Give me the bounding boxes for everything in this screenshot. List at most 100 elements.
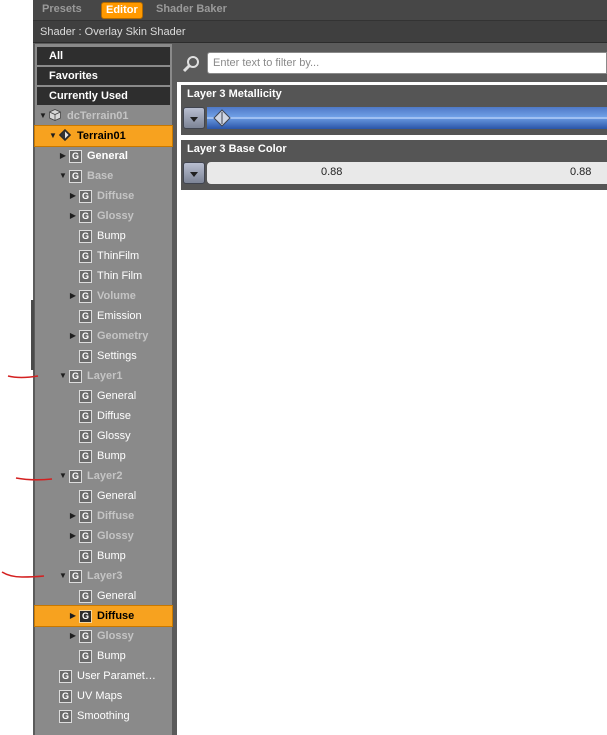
tree-row-label: dcTerrain01 (67, 110, 129, 122)
tree-row-label: User Paramet… (77, 670, 156, 682)
group-icon: G (79, 270, 92, 283)
tree-row-label: Diffuse (97, 410, 132, 422)
tree-row-label: UV Maps (77, 690, 123, 702)
tree-row-label: Diffuse (97, 610, 135, 622)
tree-row[interactable]: ▼ G Layer2 (35, 466, 172, 486)
collapse-right-arrow-icon[interactable]: ▶ (68, 526, 78, 546)
tree-row[interactable]: ▼ G Layer3 (35, 566, 172, 586)
tree-row[interactable]: G Settings (35, 346, 172, 366)
collapse-right-arrow-icon[interactable]: ▶ (68, 606, 78, 626)
surfaces-pane: Presets Editor Shader Baker Shader : Ove… (33, 0, 607, 735)
collapse-right-arrow-icon[interactable]: ▶ (68, 206, 78, 226)
category-currently-used[interactable]: Currently Used (37, 87, 170, 105)
tree-row[interactable]: G Bump (35, 446, 172, 466)
tree-row[interactable]: ▶ G Diffuse (34, 605, 173, 627)
expand-down-arrow-icon[interactable]: ▼ (58, 466, 68, 486)
tab-presets[interactable]: Presets (42, 2, 82, 17)
tree-row[interactable]: ▶ G Diffuse (35, 506, 172, 526)
property-layer3-metallicity: Layer 3 Metallicity (181, 85, 607, 135)
slider-knob-icon[interactable] (213, 109, 231, 127)
tree-row-label: General (87, 150, 128, 162)
collapse-right-arrow-icon[interactable]: ▶ (68, 186, 78, 206)
tree-row[interactable]: ▼ dcTerrain01 (35, 106, 172, 126)
base-color-field[interactable]: 0.88 0.88 (207, 162, 607, 184)
group-icon: G (79, 630, 92, 643)
group-icon: G (79, 550, 92, 563)
tree-row[interactable]: ▶ G Glossy (35, 626, 172, 646)
pane-tab-bar: Presets Editor Shader Baker (33, 0, 607, 21)
surface-tree-panel: All Favorites Currently Used ▼ dcTerrain0… (34, 44, 173, 735)
slider-track (207, 117, 607, 119)
tree-row[interactable]: ▶ G Diffuse (35, 186, 172, 206)
tab-shader-baker[interactable]: Shader Baker (156, 2, 227, 17)
tree-row-label: General (97, 490, 137, 502)
group-icon: G (79, 330, 92, 343)
tree-row[interactable]: ▼ Terrain01 (34, 125, 173, 147)
tree-row[interactable]: G User Paramet… (35, 666, 172, 686)
splitter-handle[interactable] (31, 300, 34, 370)
group-icon: G (79, 510, 92, 523)
group-icon: G (79, 490, 92, 503)
tab-editor[interactable]: Editor (101, 2, 143, 19)
group-icon: G (79, 350, 92, 363)
tree-row-label: Layer1 (87, 370, 123, 382)
group-icon: G (69, 570, 82, 583)
category-favorites[interactable]: Favorites (37, 67, 170, 85)
tree-row[interactable]: G Thin Film (35, 266, 172, 286)
red-annotation-mark (15, 477, 53, 481)
collapse-right-arrow-icon[interactable]: ▶ (68, 506, 78, 526)
tree-row[interactable]: G ThinFilm (35, 246, 172, 266)
expand-down-arrow-icon[interactable]: ▼ (48, 126, 58, 146)
group-icon: G (79, 610, 92, 623)
tree-row[interactable]: G Bump (35, 226, 172, 246)
tree-row[interactable]: G Bump (35, 646, 172, 666)
tree-row-label: Terrain01 (77, 130, 126, 142)
expand-down-arrow-icon[interactable]: ▼ (38, 106, 48, 126)
collapse-right-arrow-icon[interactable]: ▶ (68, 286, 78, 306)
group-icon: G (79, 230, 92, 243)
shader-title: Shader : Overlay Skin Shader (33, 21, 607, 43)
group-icon: G (69, 170, 82, 183)
tree-row[interactable]: G General (35, 386, 172, 406)
tree-row[interactable]: G Smoothing (35, 706, 172, 726)
tree-row[interactable]: G Bump (35, 546, 172, 566)
tree-row-label: Bump (97, 550, 126, 562)
category-all[interactable]: All (37, 47, 170, 65)
tree-row-label: Smoothing (77, 710, 130, 722)
group-icon: G (79, 650, 92, 663)
tree-row[interactable]: G Diffuse (35, 406, 172, 426)
expand-down-arrow-icon[interactable]: ▼ (58, 366, 68, 386)
metallicity-slider[interactable] (207, 107, 607, 129)
collapse-right-arrow-icon[interactable]: ▶ (68, 626, 78, 646)
tree-row[interactable]: ▶ G Geometry (35, 326, 172, 346)
tree-row-label: Glossy (97, 210, 134, 222)
group-icon: G (79, 190, 92, 203)
tree-row-label: ThinFilm (97, 250, 140, 262)
property-layer3-base-color: Layer 3 Base Color 0.88 0.88 (181, 140, 607, 190)
collapse-right-arrow-icon[interactable]: ▶ (68, 326, 78, 346)
tree-row[interactable]: ▶ G Volume (35, 286, 172, 306)
red-annotation-mark (7, 375, 39, 379)
tree-row[interactable]: G General (35, 586, 172, 606)
property-menu-button[interactable] (183, 162, 205, 184)
tree-row-label: General (97, 390, 137, 402)
tree-row[interactable]: ▼ G Layer1 (35, 366, 172, 386)
expand-down-arrow-icon[interactable]: ▼ (58, 166, 68, 186)
tree-row[interactable]: G Glossy (35, 426, 172, 446)
tree-row-label: Emission (97, 310, 142, 322)
filter-input[interactable] (207, 52, 607, 74)
property-menu-button[interactable] (183, 107, 205, 129)
tree-row[interactable]: G Emission (35, 306, 172, 326)
collapse-right-arrow-icon[interactable]: ▶ (58, 146, 68, 166)
tree-row[interactable]: ▶ G General (35, 146, 172, 166)
expand-down-arrow-icon[interactable]: ▼ (58, 566, 68, 586)
search-icon[interactable] (182, 54, 202, 74)
group-icon: G (69, 470, 82, 483)
group-icon: G (59, 690, 72, 703)
tree-row[interactable]: ▶ G Glossy (35, 206, 172, 226)
tree-row[interactable]: G UV Maps (35, 686, 172, 706)
tree-row[interactable]: ▼ G Base (35, 166, 172, 186)
tree-row[interactable]: ▶ G Glossy (35, 526, 172, 546)
group-icon: G (79, 410, 92, 423)
tree-row[interactable]: G General (35, 486, 172, 506)
